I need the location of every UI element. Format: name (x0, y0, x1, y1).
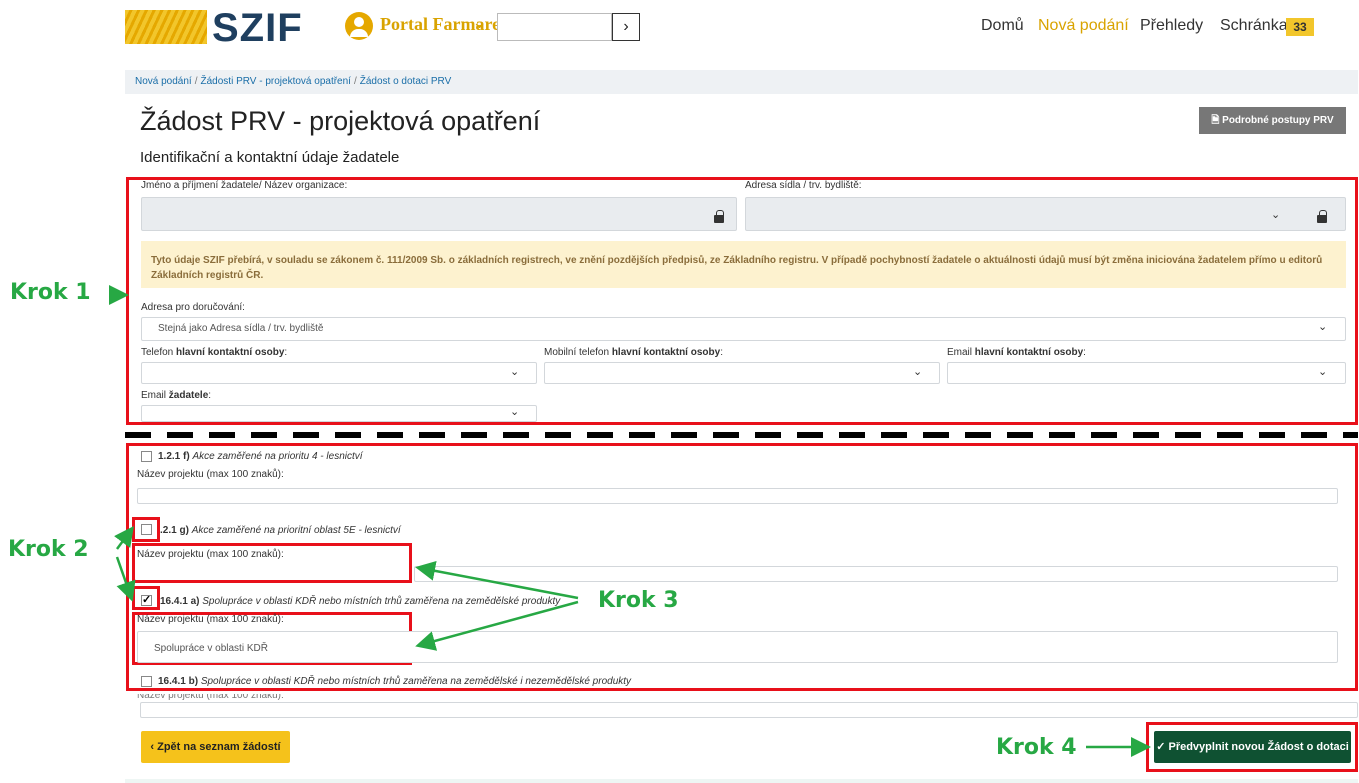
arrow-step2-a (114, 525, 134, 550)
annotation-arrows (109, 285, 1151, 757)
arrow-step2-b (115, 556, 136, 602)
arrow-step3-a (415, 560, 579, 600)
arrow-step3-b (415, 600, 579, 651)
